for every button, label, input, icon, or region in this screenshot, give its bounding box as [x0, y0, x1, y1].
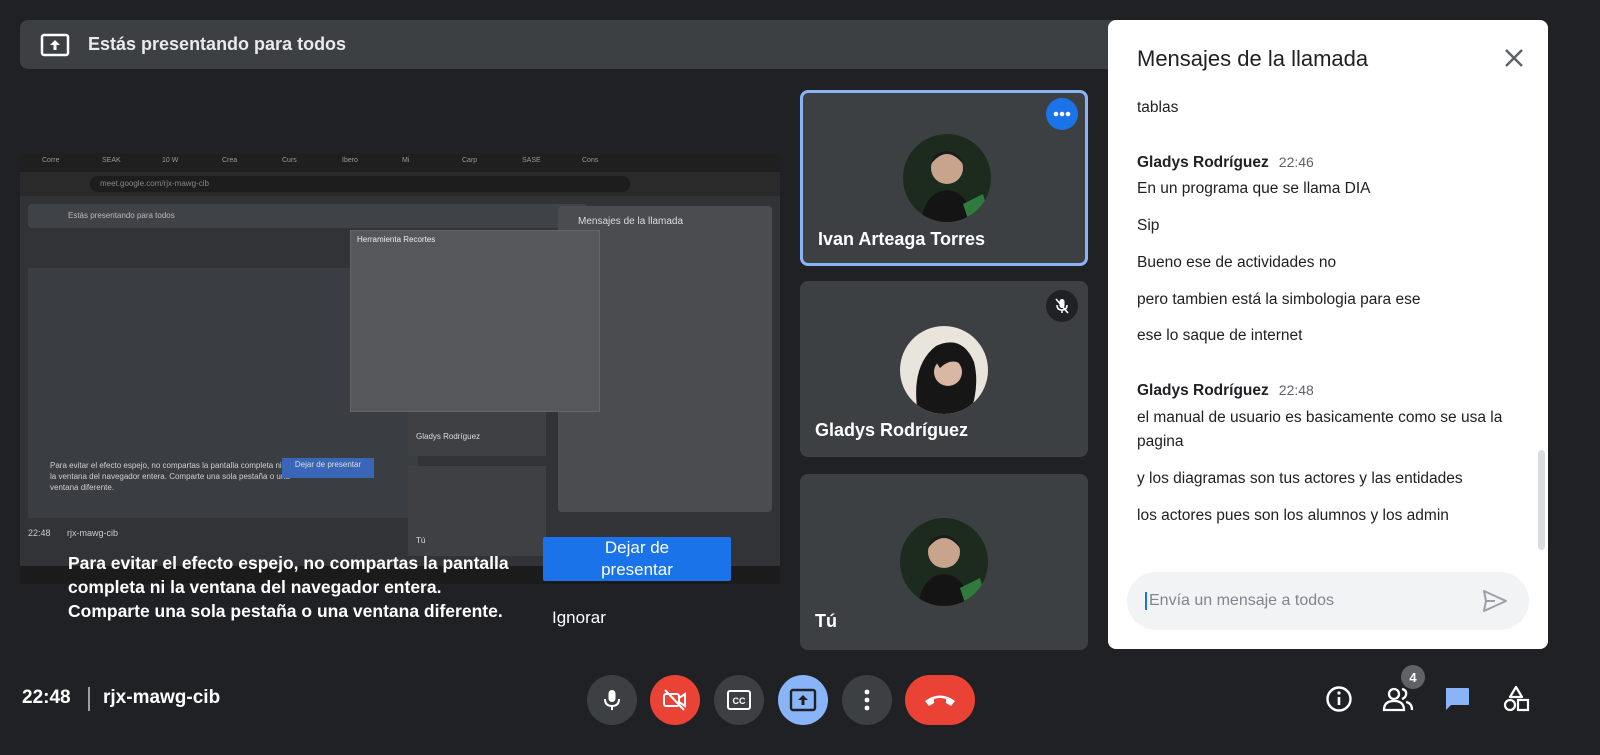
present-screen-icon — [789, 688, 817, 712]
participant-tile-self[interactable]: Tú — [800, 474, 1088, 650]
browser-tab: SEAK — [102, 157, 121, 164]
more-horiz-icon — [1053, 111, 1071, 117]
participant-tile[interactable]: Ivan Arteaga Torres — [800, 90, 1088, 266]
avatar — [903, 134, 991, 222]
stop-presenting-label: Dejar de — [604, 538, 670, 557]
chat-sender: Gladys Rodríguez — [1137, 154, 1269, 171]
activities-button[interactable] — [1498, 681, 1534, 717]
participant-count-badge: 4 — [1401, 665, 1425, 689]
mirror-effect-warning: Para evitar el efecto espejo, no compart… — [68, 551, 538, 623]
chat-title: Mensajes de la llamada — [1137, 46, 1369, 71]
chat-sender: Gladys Rodríguez — [1137, 382, 1269, 399]
chat-time: 22:48 — [1278, 382, 1314, 398]
activities-shapes-icon — [1503, 685, 1530, 712]
chat-button[interactable] — [1439, 681, 1475, 717]
chat-message: Bueno ese de actividades no — [1137, 254, 1337, 271]
mirror-meeting-code: rjx-mawg-cib — [67, 528, 119, 538]
close-icon — [1505, 49, 1523, 67]
chat-icon — [1446, 688, 1469, 710]
mirror-banner: Estás presentando para todos — [28, 204, 588, 228]
more-options-button[interactable] — [842, 675, 892, 725]
meeting-details-button[interactable] — [1321, 681, 1357, 717]
mic-off-icon — [1046, 290, 1078, 322]
participant-tile[interactable]: Gladys Rodríguez — [800, 281, 1088, 457]
more-options-button[interactable] — [1046, 98, 1078, 130]
mirror-clock: 22:48 rjx-mawg-cib — [28, 528, 118, 538]
chat-panel: Mensajes de la llamada tablas Gladys Rod… — [1108, 20, 1548, 649]
chat-message: y los diagramas son tus actores y las en… — [1137, 470, 1463, 487]
stop-presenting-button[interactable]: Dejar de presentar — [543, 537, 731, 581]
call-end-icon — [925, 695, 955, 706]
mirror-tile: Tú — [408, 466, 546, 556]
meeting-control-bar: 22:48 rjx-mawg-cib CC 4 — [0, 665, 1600, 755]
browser-tab: Ibero — [342, 157, 358, 164]
popup-title: Herramienta Recortes — [357, 235, 436, 244]
mirror-tile-name: Tú — [416, 536, 426, 545]
people-icon — [1382, 687, 1414, 712]
microphone-button[interactable] — [587, 675, 637, 725]
presenting-banner-text: Estás presentando para todos — [88, 34, 347, 54]
camera-button[interactable] — [650, 675, 700, 725]
chat-message-header: Gladys Rodríguez 22:46 — [1137, 154, 1314, 172]
close-chat-button[interactable] — [1500, 44, 1528, 72]
avatar — [900, 518, 988, 606]
chat-message: En un programa que se llama DIA — [1137, 180, 1371, 197]
chat-message-input[interactable] — [1145, 592, 1465, 610]
mic-icon — [604, 690, 620, 710]
captions-icon: CC — [727, 690, 751, 710]
mirror-clock-time: 22:48 — [28, 528, 51, 538]
stop-presenting-label: presentar — [601, 560, 673, 579]
browser-url: meet.google.com/rjx-mawg-cib — [90, 176, 630, 192]
captions-button[interactable]: CC — [714, 675, 764, 725]
browser-tab: 10 W — [162, 157, 179, 164]
browser-tab: Mi — [402, 157, 410, 164]
meeting-code: rjx-mawg-cib — [103, 687, 221, 708]
mirror-stop-button: Dejar de presentar — [282, 458, 374, 478]
divider — [88, 687, 90, 711]
participant-name: Ivan Arteaga Torres — [818, 229, 986, 249]
participant-name: Tú — [815, 611, 837, 631]
mirror-meet-window: Estás presentando para todos Mensajes de… — [20, 196, 780, 566]
send-icon — [1483, 590, 1507, 612]
meeting-time: 22:48 — [22, 687, 71, 708]
info-icon — [1326, 686, 1352, 712]
browser-tab: Carp — [462, 157, 478, 164]
browser-tab-strip: Corre SEAK 10 W Crea Curs Ibero Mi Carp … — [20, 154, 780, 172]
browser-tab: Cons — [582, 157, 599, 164]
mirror-chat-title: Mensajes de la llamada — [578, 216, 684, 227]
presenting-banner: Estás presentando para todos — [20, 20, 1128, 69]
participant-name: Gladys Rodríguez — [815, 420, 969, 440]
chat-time: 22:46 — [1278, 154, 1314, 170]
mirror-tile-name: Gladys Rodríguez — [416, 432, 481, 441]
ignore-button[interactable]: Ignorar — [552, 608, 606, 628]
leave-call-button[interactable] — [905, 675, 975, 725]
browser-tab: Crea — [222, 157, 238, 164]
browser-tab: Corre — [42, 157, 60, 164]
chat-message: pero tambien está la simbologia para ese — [1137, 291, 1421, 308]
browser-tab: SASE — [522, 157, 541, 164]
browser-tab: Curs — [282, 157, 297, 164]
send-message-button[interactable] — [1481, 588, 1509, 614]
svg-text:CC: CC — [733, 696, 746, 706]
chat-input-container — [1127, 572, 1529, 630]
chat-message: el manual de usuario es basicamente como… — [1137, 409, 1503, 450]
warning-line: Para evitar el efecto espejo, no compart… — [68, 553, 509, 573]
chat-message-header: Gladys Rodríguez 22:48 — [1137, 382, 1314, 400]
camera-off-icon — [663, 689, 686, 711]
warning-line: completa ni la ventana del navegador ent… — [68, 577, 442, 597]
chat-message: los actores pues son los alumnos y los a… — [1137, 507, 1449, 524]
more-vert-icon — [864, 689, 870, 711]
snipping-tool-popup: Herramienta Recortes — [350, 230, 600, 412]
present-now-button[interactable] — [778, 675, 828, 725]
avatar — [900, 326, 988, 414]
mirror-warning: Para evitar el efecto espejo, no compart… — [50, 461, 290, 492]
warning-line: Comparte una sola pestaña o una ventana … — [68, 601, 503, 621]
chat-scrollbar[interactable] — [1538, 450, 1545, 550]
chat-message: Sip — [1137, 217, 1160, 234]
browser-address-bar: meet.google.com/rjx-mawg-cib — [20, 172, 780, 196]
chat-message: ese lo saque de internet — [1137, 327, 1303, 344]
present-screen-icon — [40, 33, 70, 57]
shared-screen-preview: Corre SEAK 10 W Crea Curs Ibero Mi Carp … — [20, 154, 780, 584]
chat-message: tablas — [1137, 99, 1179, 116]
